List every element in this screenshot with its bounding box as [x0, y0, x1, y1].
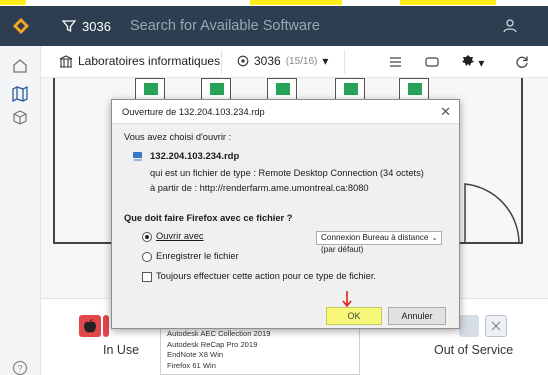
app-header: 3036 Search for Available Software	[0, 6, 548, 46]
in-use-swatch	[103, 315, 109, 337]
list-item[interactable]: Autodesk AEC Collection 2019	[167, 329, 353, 340]
out-of-service-label: Out of Service	[434, 343, 514, 357]
search-input[interactable]: Search for Available Software	[118, 12, 418, 40]
list-item[interactable]: Firefox 61 Win	[167, 361, 353, 372]
file-name: 132.204.103.234.rdp	[150, 151, 240, 162]
dialog-title: Ouverture de 132.204.103.234.rdp	[122, 106, 265, 117]
open-with-radio[interactable]	[142, 232, 152, 242]
in-use-swatch	[79, 315, 101, 337]
open-with-select[interactable]: Connexion Bureau à distance (par défaut)…	[316, 231, 442, 254]
dialog-titlebar: Ouverture de 132.204.103.234.rdp	[112, 100, 459, 124]
location-icon	[237, 55, 249, 67]
cancel-button[interactable]: Annuler	[388, 307, 446, 325]
toolbar-divider	[344, 50, 345, 74]
highlight-mark	[0, 0, 26, 5]
file-type-line: qui est un fichier de type : Remote Desk…	[150, 168, 424, 178]
save-file-label[interactable]: Enregistrer le fichier	[156, 251, 239, 261]
highlight-mark	[400, 0, 496, 5]
ok-button[interactable]: OK	[326, 307, 382, 325]
toolbar-divider	[221, 50, 222, 74]
dialog-question: Que doit faire Firefox avec ce fichier ?	[124, 213, 293, 223]
save-file-radio[interactable]	[142, 252, 152, 262]
close-icon[interactable]: ✕	[440, 104, 451, 120]
door-arc	[464, 183, 520, 245]
highlight-mark	[250, 0, 342, 5]
close-icon	[491, 321, 501, 331]
workstation[interactable]	[135, 78, 165, 100]
room-count: (15/16)	[285, 55, 318, 67]
refresh-icon[interactable]	[515, 55, 529, 69]
cube-icon[interactable]	[11, 109, 29, 127]
map-icon[interactable]	[11, 85, 29, 103]
filter-button[interactable]: 3036	[56, 12, 116, 40]
left-nav-rail: ?	[0, 46, 41, 375]
workstation[interactable]	[267, 78, 297, 100]
svg-text:?: ?	[17, 364, 22, 374]
filter-label: 3036	[82, 18, 111, 34]
apple-icon	[84, 319, 96, 333]
open-with-value: Connexion Bureau à distance (par défaut)	[321, 233, 429, 254]
out-of-service-swatch	[459, 315, 479, 337]
screen: 3036 Search for Available Software ? Lab…	[0, 0, 548, 375]
app-logo-icon[interactable]	[12, 17, 30, 35]
toolbar: Laboratoires informatiques 3036 (15/16) …	[41, 46, 548, 78]
open-with-label[interactable]: Ouvrir avec	[156, 231, 204, 241]
download-dialog: Ouverture de 132.204.103.234.rdp ✕ Vous …	[111, 99, 460, 329]
chevron-down-icon: ▾	[478, 56, 485, 70]
filter-icon	[62, 20, 76, 33]
rdp-file-icon	[133, 152, 142, 161]
room-name: 3036	[254, 54, 281, 68]
file-source-line: à partir de : http://renderfarm.ame.umon…	[150, 183, 369, 193]
always-checkbox[interactable]	[142, 272, 152, 282]
home-icon[interactable]	[11, 57, 29, 75]
always-label[interactable]: Toujours effectuer cette action pour ce …	[156, 271, 376, 281]
list-item[interactable]: EndNote X8 Win	[167, 350, 353, 361]
gear-icon	[462, 55, 474, 66]
workstation[interactable]	[201, 78, 231, 100]
arrow-annotation-icon	[342, 291, 352, 308]
software-list-popup: Autodesk AEC Collection 2019 Autodesk Re…	[160, 326, 360, 375]
chevron-down-icon: ⌄	[431, 233, 438, 242]
out-of-service-swatch	[485, 315, 507, 337]
dialog-intro: Vous avez choisi d'ouvrir :	[124, 132, 232, 142]
workstation[interactable]	[335, 78, 365, 100]
list-view-icon[interactable]	[389, 56, 402, 68]
building-name: Laboratoires informatiques	[78, 54, 221, 68]
building-selector[interactable]: Laboratoires informatiques	[59, 54, 220, 68]
chevron-down-icon: ▾	[322, 54, 329, 68]
list-item[interactable]: Autodesk ReCap Pro 2019	[167, 340, 353, 351]
help-icon[interactable]: ?	[11, 359, 29, 375]
workstation[interactable]	[399, 78, 429, 100]
in-use-label: In Use	[103, 343, 140, 357]
building-icon	[59, 54, 73, 68]
display-toggle-icon[interactable]	[425, 57, 439, 67]
os-filter-dropdown[interactable]: ▾	[461, 54, 484, 70]
user-icon[interactable]	[501, 17, 519, 35]
room-selector[interactable]: 3036 (15/16) ▾	[237, 54, 328, 68]
